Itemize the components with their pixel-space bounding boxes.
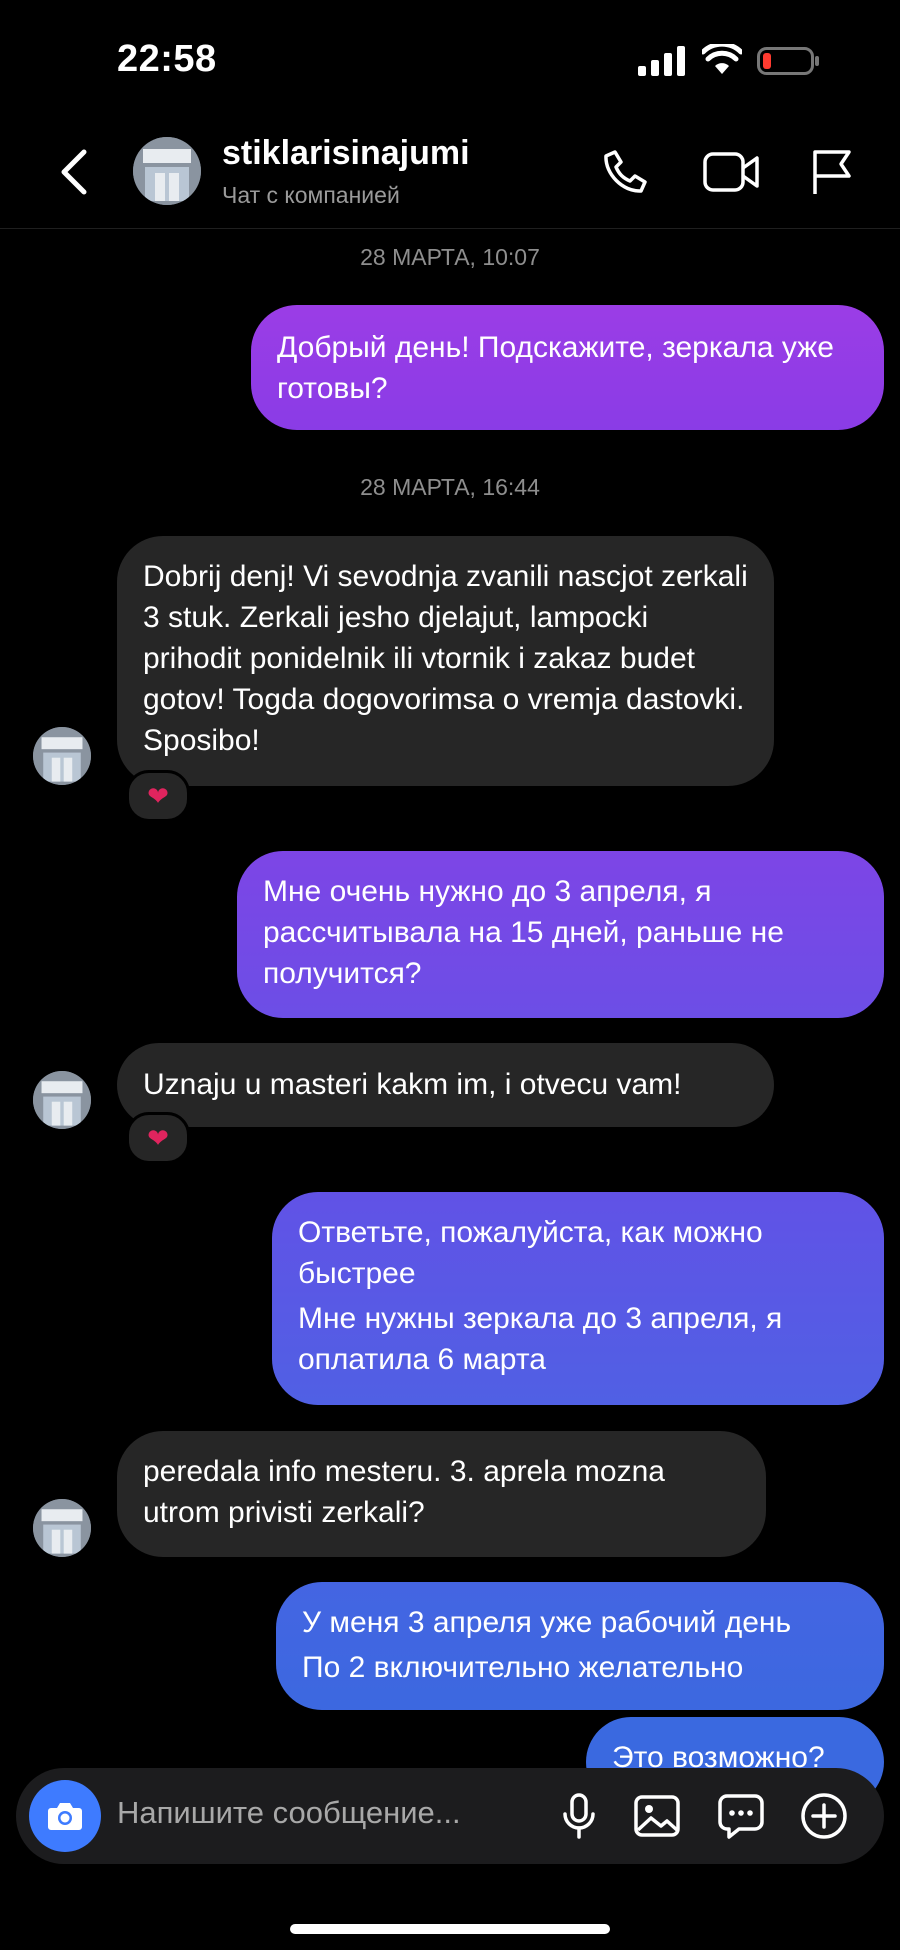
header-divider xyxy=(0,228,900,229)
microphone-icon[interactable] xyxy=(555,1792,603,1840)
message-text: По 2 включительно желательно xyxy=(302,1651,744,1684)
message-text: Dobrij denj! Vi sevodnja zvanili nascjot… xyxy=(143,560,748,757)
back-button[interactable] xyxy=(56,148,92,196)
timestamp: 28 МАРТА, 16:44 xyxy=(360,474,540,500)
camera-button[interactable] xyxy=(29,1780,101,1852)
status-time: 22:58 xyxy=(117,38,217,80)
message-text: Мне очень нужно до 3 апреля, я рассчитыв… xyxy=(263,875,784,990)
flag-report-icon[interactable] xyxy=(811,148,853,196)
outgoing-message[interactable]: Добрый день! Подскажите, зеркала уже гот… xyxy=(251,305,884,430)
outgoing-message[interactable]: Мне очень нужно до 3 апреля, я рассчитыв… xyxy=(237,851,884,1018)
heart-reaction-icon[interactable]: ❤ xyxy=(126,1112,190,1164)
contact-avatar[interactable] xyxy=(133,137,201,205)
gallery-icon[interactable] xyxy=(633,1792,681,1840)
message-text: Добрый день! Подскажите, зеркала уже гот… xyxy=(277,331,834,405)
contact-name[interactable]: stiklarisinajumi xyxy=(222,134,470,173)
contact-avatar-small[interactable] xyxy=(33,1499,91,1557)
signal-icon xyxy=(638,46,686,76)
wifi-icon xyxy=(702,44,742,76)
message-text: peredala info mesteru. 3. aprela mozna u… xyxy=(143,1455,665,1529)
home-indicator[interactable] xyxy=(290,1924,610,1934)
add-plus-icon[interactable] xyxy=(800,1792,848,1840)
video-call-icon[interactable] xyxy=(703,150,759,194)
phone-call-icon[interactable] xyxy=(601,148,649,196)
timestamp: 28 МАРТА, 10:07 xyxy=(360,244,540,270)
incoming-message[interactable]: Dobrij denj! Vi sevodnja zvanili nascjot… xyxy=(117,536,774,786)
message-text: Uznaju u masteri kakm im, i otvecu vam! xyxy=(143,1068,682,1101)
outgoing-message[interactable]: Ответьте, пожалуйста, как можно быстрее … xyxy=(272,1192,884,1405)
incoming-message[interactable]: Uznaju u masteri kakm im, i otvecu vam! xyxy=(117,1043,774,1127)
message-text: Мне нужны зеркала до 3 апреля, я оплатил… xyxy=(298,1302,783,1376)
message-text: Ответьте, пожалуйста, как можно быстрее xyxy=(298,1216,763,1290)
contact-avatar-small[interactable] xyxy=(33,727,91,785)
battery-low-icon xyxy=(757,47,821,75)
contact-subtitle: Чат с компанией xyxy=(222,182,400,208)
heart-reaction-icon[interactable]: ❤ xyxy=(126,770,190,822)
message-text: У меня 3 апреля уже рабочий день xyxy=(302,1606,792,1639)
outgoing-message[interactable]: У меня 3 апреля уже рабочий день По 2 вк… xyxy=(276,1582,884,1710)
contact-avatar-small[interactable] xyxy=(33,1071,91,1129)
message-input[interactable]: Напишите сообщение... xyxy=(117,1795,461,1831)
incoming-message[interactable]: peredala info mesteru. 3. aprela mozna u… xyxy=(117,1431,766,1557)
sticker-chat-icon[interactable] xyxy=(717,1792,765,1840)
